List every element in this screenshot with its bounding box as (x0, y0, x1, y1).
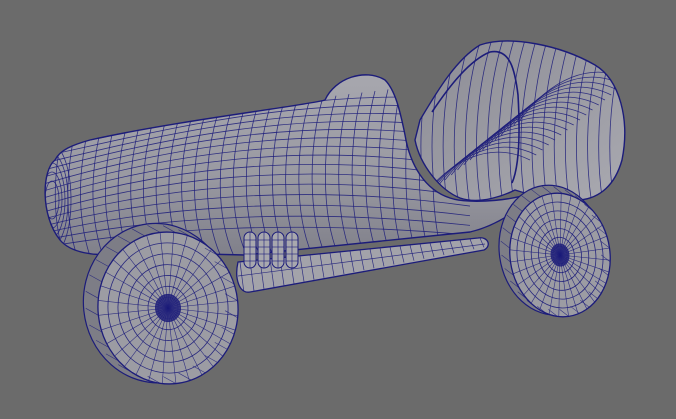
exhaust-pipe (285, 231, 299, 269)
cockpit-seat[interactable] (410, 40, 630, 210)
exhaust-pipe (257, 231, 271, 269)
exhaust-pipe (271, 231, 285, 269)
exhaust-pipe (243, 231, 257, 269)
race-car-wireframe-model[interactable] (0, 0, 676, 419)
3d-viewport[interactable] (0, 0, 676, 419)
